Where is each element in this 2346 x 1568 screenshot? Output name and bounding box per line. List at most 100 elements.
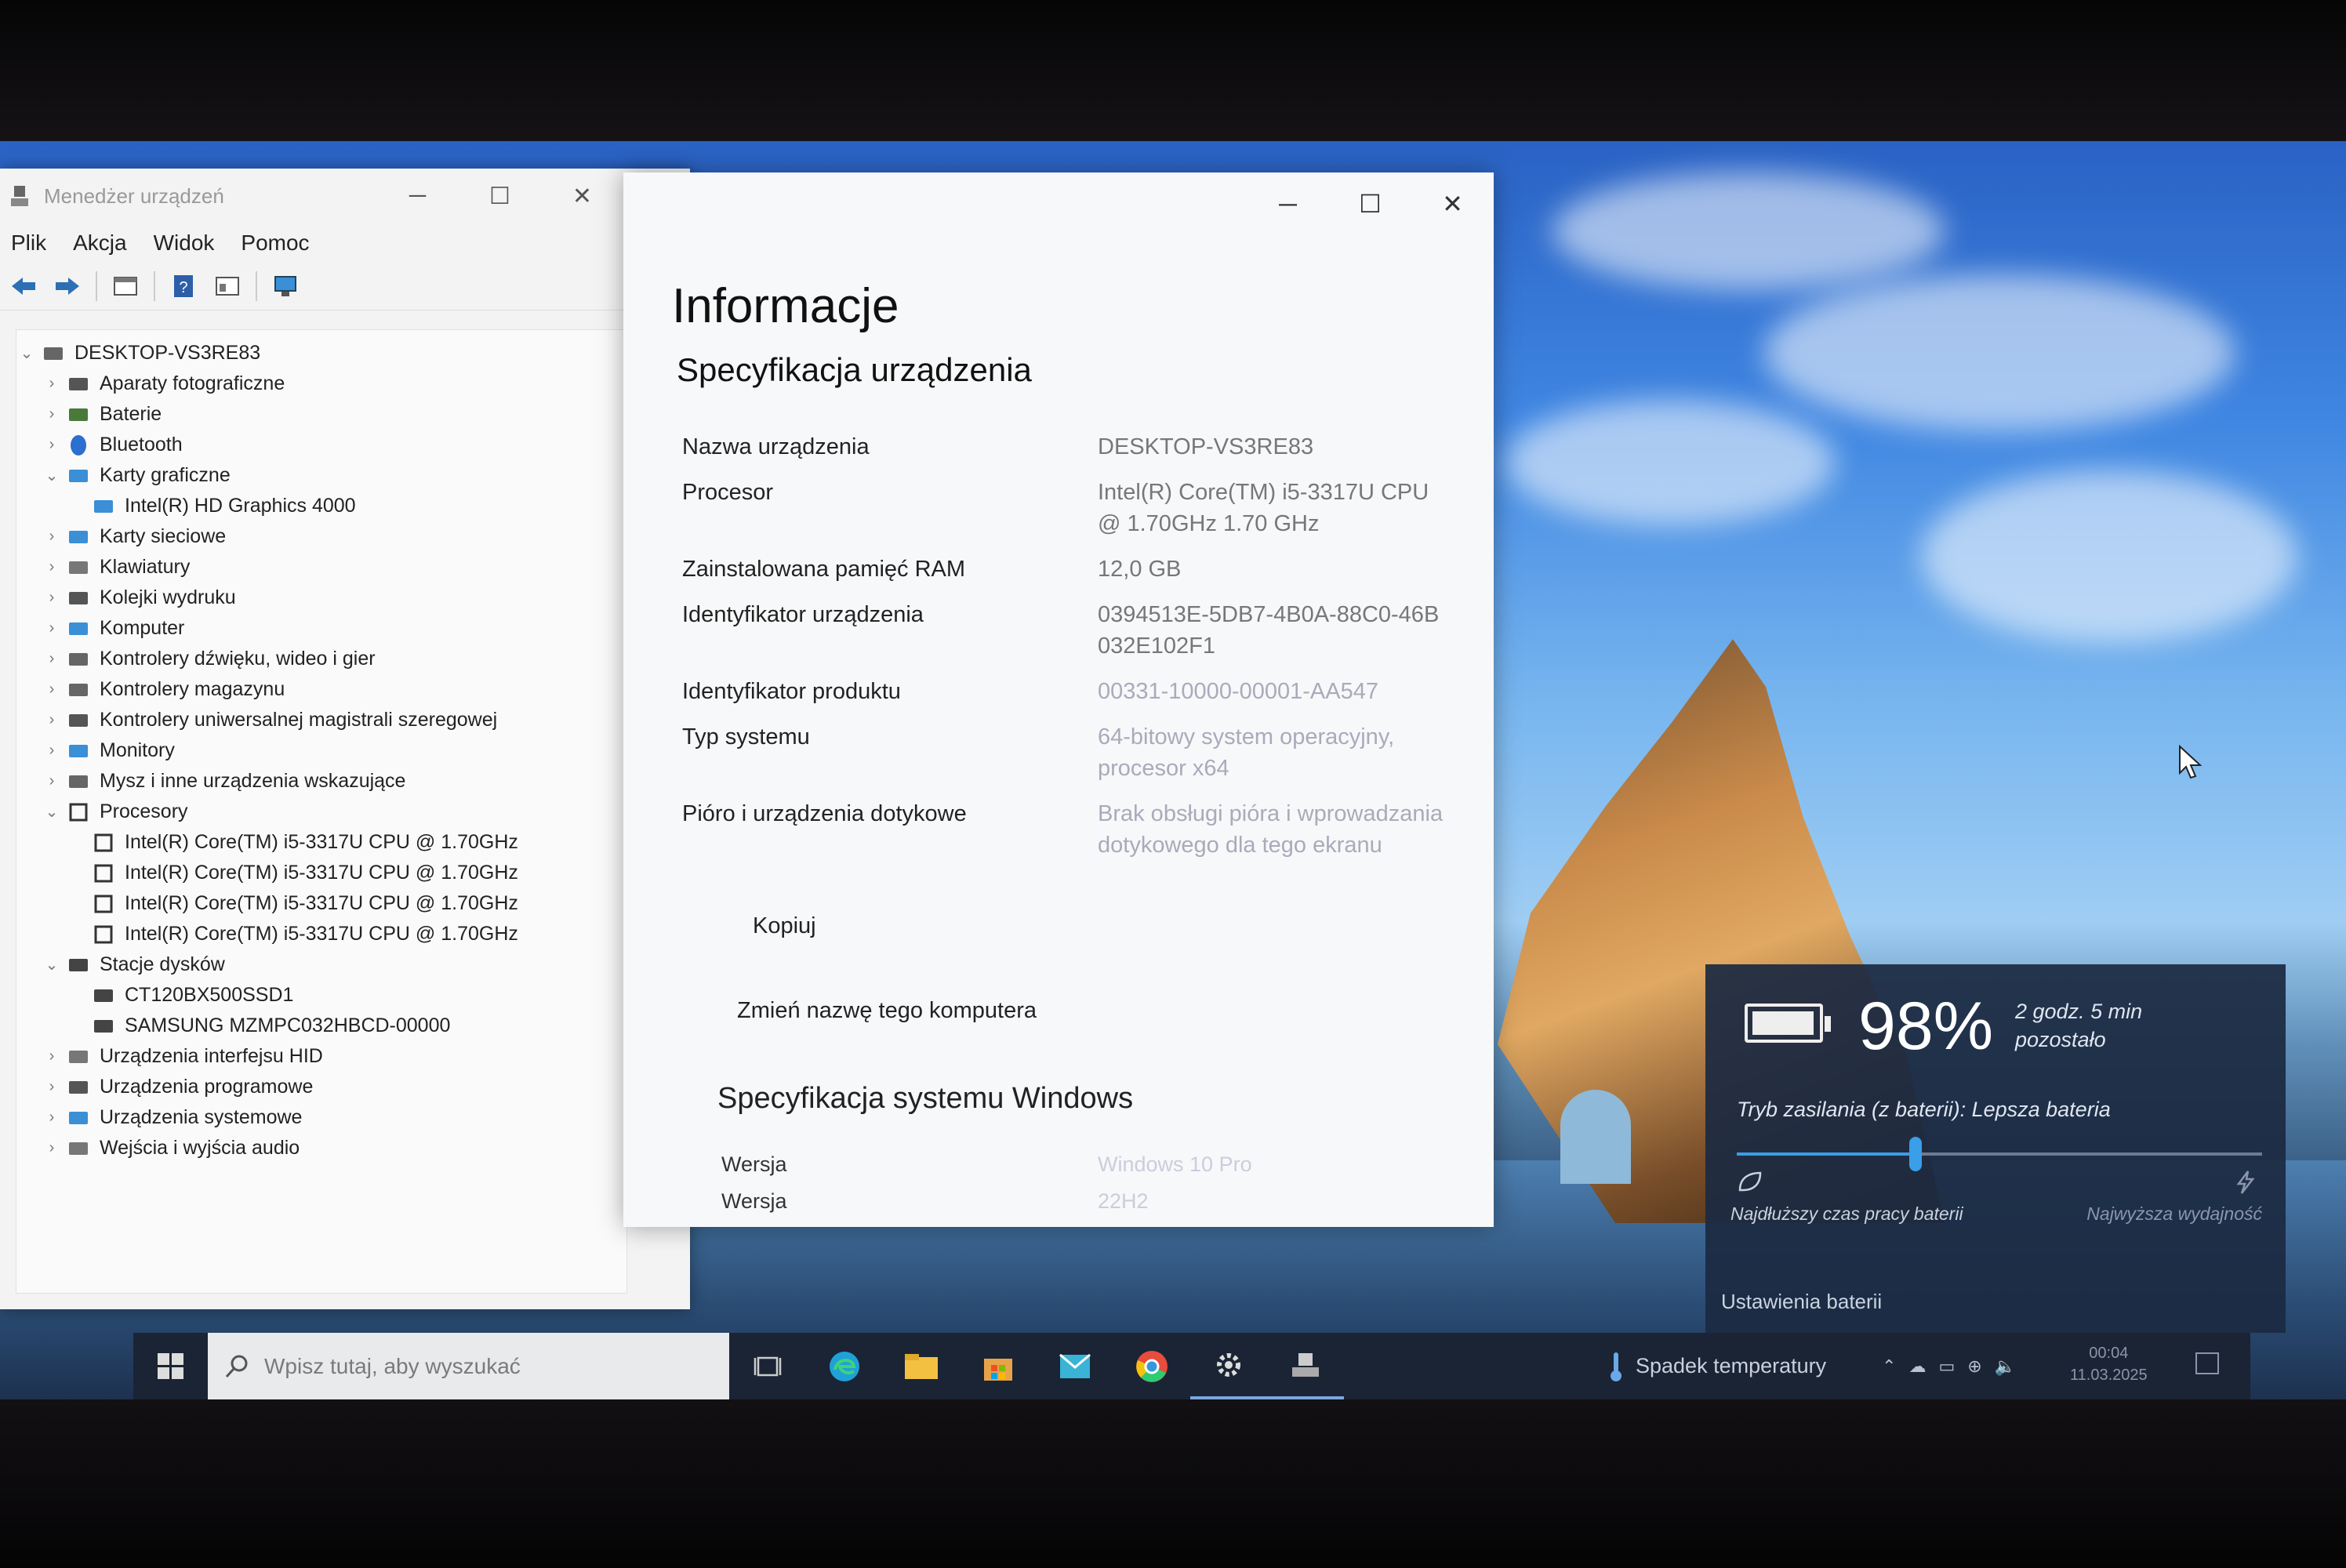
gear-icon [1217,1352,1240,1377]
tree-item[interactable]: ⌄ Karty graficzne [16,460,626,491]
scan-hardware-icon[interactable] [270,270,301,302]
menu-pomoc[interactable]: Pomoc [241,230,309,256]
spec-value: Windows 10 Pro [1098,1152,1252,1176]
tree-item[interactable]: › Kontrolery dźwięku, wideo i gier [16,644,626,674]
tree-item[interactable]: › Kontrolery magazynu [16,674,626,705]
chevron-right-icon[interactable]: › [42,375,62,393]
lightning-icon [2236,1171,2255,1194]
search-box[interactable]: Wpisz tutaj, aby wyszukać [208,1333,729,1399]
power-mode-slider[interactable] [1737,1137,2262,1171]
device-manager-taskbar-button[interactable] [1267,1333,1344,1399]
tree-item[interactable]: › Urządzenia interfejsu HID [16,1041,626,1072]
minimize-button[interactable]: ─ [376,169,459,223]
forward-arrow-icon[interactable] [52,270,83,302]
chevron-right-icon[interactable]: › [42,619,62,637]
tree-item[interactable]: › Mysz i inne urządzenia wskazujące [16,766,626,797]
tree-item-label: Klawiatury [100,556,191,578]
chevron-right-icon[interactable]: › [42,742,62,760]
clock[interactable]: 00:04 11.03.2025 [2070,1342,2148,1386]
chevron-right-icon[interactable]: › [42,589,62,607]
search-icon [225,1355,248,1377]
chevron-down-icon[interactable]: ⌄ [16,343,37,363]
edge-button[interactable] [806,1333,883,1399]
tree-item[interactable]: › Wejścia i wyjścia audio [16,1133,626,1163]
tree-item[interactable]: ⌄ Stacje dysków [16,949,626,980]
software-device-icon [67,1076,90,1098]
tree-item[interactable]: ⌄ DESKTOP-VS3RE83 [16,338,626,368]
tree-item[interactable]: › Urządzenia systemowe [16,1102,626,1133]
maximize-button[interactable]: ☐ [459,169,541,223]
menu-akcja[interactable]: Akcja [73,230,126,256]
tree-item[interactable]: ⌄ Procesory [16,797,626,827]
chevron-down-icon[interactable]: ⌄ [42,802,62,822]
tree-item[interactable]: › Karty sieciowe [16,521,626,552]
start-button[interactable] [133,1333,208,1399]
chevron-right-icon[interactable]: › [42,1109,62,1127]
tree-item[interactable]: Intel(R) Core(TM) i5-3317U CPU @ 1.70GHz [16,888,626,919]
settings-button[interactable] [1190,1333,1267,1399]
mail-button[interactable] [1037,1333,1113,1399]
tree-item[interactable]: › Bluetooth [16,430,626,460]
thermometer-icon [1611,1352,1622,1381]
tree-item[interactable]: › Kontrolery uniwersalnej magistrali szer… [16,705,626,735]
tree-item[interactable]: SAMSUNG MZMPC032HBCD-00000 [16,1011,626,1041]
tree-item[interactable]: › Kolejki wydruku [16,583,626,613]
copy-button[interactable]: Kopiuj [753,913,816,939]
task-view-button[interactable] [729,1333,806,1399]
tree-item[interactable]: › Monitory [16,735,626,766]
tree-item[interactable]: › Komputer [16,613,626,644]
chevron-right-icon[interactable]: › [42,405,62,423]
chevron-right-icon[interactable]: › [42,711,62,729]
tree-item[interactable]: › Aparaty fotograficzne [16,368,626,399]
chevron-right-icon[interactable]: › [42,558,62,576]
weather-widget[interactable]: Spadek temperatury [1607,1333,1826,1399]
rename-pc-link[interactable]: Zmień nazwę tego komputera [737,998,1037,1024]
chevron-down-icon[interactable]: ⌄ [42,466,62,485]
toolbar-divider [96,271,97,301]
close-button[interactable]: ✕ [1411,172,1494,235]
battery-settings-link[interactable]: Ustawienia baterii [1721,1290,1882,1314]
page-title: Informacje [672,279,899,333]
tree-item[interactable]: › Baterie [16,399,626,430]
slider-thumb[interactable] [1908,1137,1922,1171]
chevron-right-icon[interactable]: › [42,1078,62,1096]
view-icon[interactable] [212,270,243,302]
chevron-right-icon[interactable]: › [42,1139,62,1157]
chrome-button[interactable] [1113,1333,1190,1399]
onedrive-icon[interactable]: ☁ [1908,1356,1926,1377]
close-button[interactable]: ✕ [541,169,623,223]
volume-icon[interactable]: 🔈 [1995,1356,2016,1377]
tree-item[interactable]: Intel(R) Core(TM) i5-3317U CPU @ 1.70GHz [16,919,626,949]
device-specs-table: Nazwa urządzenia DESKTOP-VS3RE83 Procesor… [682,431,1451,875]
chevron-up-icon[interactable]: ⌃ [1882,1356,1896,1377]
notification-center-icon[interactable] [2195,1352,2219,1374]
tree-item[interactable]: CT120BX500SSD1 [16,980,626,1011]
tree-item[interactable]: › Klawiatury [16,552,626,583]
help-icon[interactable]: ? [168,270,199,302]
minimize-button[interactable]: ─ [1247,172,1329,235]
tree-item[interactable]: Intel(R) Core(TM) i5-3317U CPU @ 1.70GHz [16,827,626,858]
cloud [1921,470,2297,643]
properties-icon[interactable] [110,270,141,302]
menu-plik[interactable]: Plik [11,230,46,256]
svg-text:?: ? [179,279,187,296]
chevron-right-icon[interactable]: › [42,650,62,668]
menu-widok[interactable]: Widok [154,230,215,256]
chevron-right-icon[interactable]: › [42,681,62,699]
file-explorer-button[interactable] [883,1333,960,1399]
store-button[interactable] [960,1333,1037,1399]
chevron-right-icon[interactable]: › [42,772,62,790]
tree-item[interactable]: Intel(R) HD Graphics 4000 [16,491,626,521]
device-tree[interactable]: ⌄ DESKTOP-VS3RE83 › Aparaty fotograficzne › B… [16,329,627,1294]
back-arrow-icon[interactable] [8,270,39,302]
chevron-right-icon[interactable]: › [42,528,62,546]
chevron-down-icon[interactable]: ⌄ [42,955,62,975]
network-icon[interactable]: ⊕ [1967,1356,1981,1377]
tree-item[interactable]: › Urządzenia programowe [16,1072,626,1102]
chevron-right-icon[interactable]: › [42,1047,62,1065]
tree-item-label: Monitory [100,739,175,761]
tree-item[interactable]: Intel(R) Core(TM) i5-3317U CPU @ 1.70GHz [16,858,626,888]
battery-tray-icon[interactable]: ▭ [1938,1356,1955,1377]
chevron-right-icon[interactable]: › [42,436,62,454]
maximize-button[interactable]: ☐ [1329,172,1411,235]
